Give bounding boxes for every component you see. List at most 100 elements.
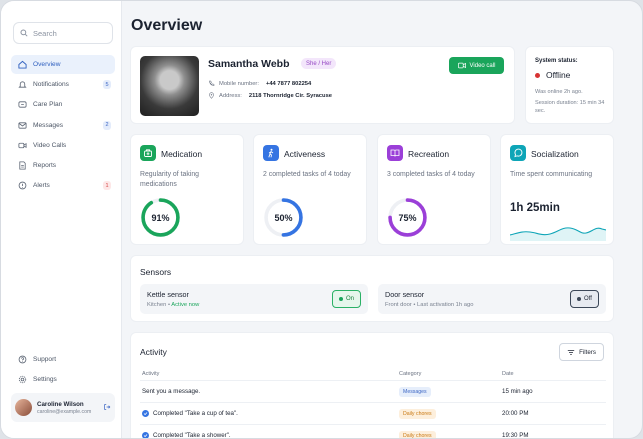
metric-card-activeness[interactable]: Activeness 2 completed tasks of 4 today … [253,134,367,245]
user-info: Caroline Wilson caroline@example.com [37,401,91,415]
category-tag: Daily chores [399,408,436,419]
page-title: Overview [131,17,203,34]
activity-cell: Completed "Take a cup of tea". [142,403,238,424]
sidebar: Search Overview Notifications 5 Care Pla… [1,1,122,438]
patient-photo [140,56,199,116]
sidebar-item-label: Notifications [33,81,69,89]
search-input[interactable]: Search [13,22,113,44]
metric-value: 91% [151,212,170,223]
alerts-count-badge: 1 [103,181,111,191]
metric-description: 3 completed tasks of 4 today [387,171,475,178]
date-cell: 20:00 PM [502,410,529,417]
care-plan-icon [18,100,27,109]
video-icon [457,62,466,69]
mobile-label: Mobile number: [219,80,259,87]
sensors-title: Sensors [140,267,172,277]
sidebar-bottom-nav: Support Settings [11,350,115,390]
column-header-activity: Activity [142,370,160,377]
sidebar-item-messages[interactable]: Messages 2 [11,116,115,135]
date-cell: 15 min ago [502,388,533,395]
logout-icon[interactable] [103,398,111,416]
sidebar-item-notifications[interactable]: Notifications 5 [11,75,115,94]
toggle-label: Off [584,296,592,302]
status-dot [535,72,540,78]
user-email: caroline@example.com [37,408,92,415]
system-status-value: Offline [535,70,570,80]
metric-value: 75% [398,212,417,223]
activity-table-header: Activity Category Date [140,369,606,378]
sidebar-item-alerts[interactable]: Alerts 1 [11,176,115,195]
sensor-location: Kitchen [147,302,167,308]
phone-icon [209,80,215,87]
sidebar-item-video-calls[interactable]: Video Calls [11,136,115,155]
category-cell: Daily chores [399,425,436,438]
app-window: Search Overview Notifications 5 Care Pla… [0,0,643,439]
sensor-location: Front door [385,302,412,308]
status-text: Offline [546,70,571,80]
system-status-card: System status: Offline Was online 2h ago… [525,46,614,124]
metric-description: Regularity of taking medications [140,171,199,188]
sensor-subtitle: Kitchen • Active now [147,302,200,308]
metric-card-recreation[interactable]: Recreation 3 completed tasks of 4 today … [377,134,491,245]
video-call-button[interactable]: Video call [449,57,504,74]
metric-card-medication[interactable]: Medication Regularity of taking medicati… [130,134,244,245]
sensor-detail: Active now [171,302,200,308]
activity-text: Completed "Take a cup of tea". [153,410,238,417]
mail-icon [18,121,27,130]
door-sensor-toggle[interactable]: Off [570,290,599,308]
table-row[interactable]: Completed "Take a cup of tea". Daily cho… [140,402,606,424]
location-pin-icon [209,92,214,99]
sidebar-item-support[interactable]: Support [11,350,115,369]
activity-title: Activity [140,347,167,357]
sidebar-item-reports[interactable]: Reports [11,156,115,175]
metric-title: Socialization [531,149,579,159]
filters-button[interactable]: Filters [559,343,604,361]
sidebar-nav: Overview Notifications 5 Care Plan Messa… [11,55,115,196]
sidebar-item-label: Reports [33,161,57,169]
category-cell: Daily chores [399,403,436,424]
table-row[interactable]: Sent you a message. Messages 15 min ago [140,380,606,402]
video-icon [18,141,27,150]
table-row[interactable]: Completed "Take a shower". Daily chores … [140,424,606,438]
patient-name: Samantha Webb [208,58,290,70]
sensor-name: Door sensor [385,290,425,299]
patient-profile-card: Samantha Webb She / Her Mobile number: +… [130,46,515,124]
metric-title: Recreation [408,149,450,159]
metric-card-socialization[interactable]: Socialization Time spent communicating 1… [500,134,614,245]
metric-value: 50% [274,212,293,223]
address-row: Address: 2118 Thornridge Cir. Syracuse [208,92,332,99]
home-icon [18,60,27,69]
notifications-count-badge: 5 [103,80,111,90]
metric-description: Time spent communicating [510,171,593,178]
alert-icon [18,181,27,190]
mobile-number: +44 7877 802254 [265,80,312,87]
sidebar-item-settings[interactable]: Settings [11,370,115,389]
sidebar-item-label: Support [33,356,57,363]
video-call-label: Video call [469,62,496,69]
book-icon [387,145,403,161]
check-icon [142,410,149,417]
help-icon [18,355,27,364]
activity-sparkline [510,227,606,241]
session-duration-text: Session duration: 15 min 34 sec. [535,100,605,114]
category-tag: Daily chores [399,430,436,438]
sidebar-item-label: Overview [33,61,61,68]
address-label: Address: [219,92,242,99]
search-placeholder: Search [33,28,57,38]
sidebar-item-care-plan[interactable]: Care Plan [11,95,115,114]
current-user-card[interactable]: Caroline Wilson caroline@example.com [11,393,115,422]
gear-icon [18,375,27,384]
column-header-date: Date [502,370,514,377]
column-header-category: Category [399,370,422,377]
document-icon [18,161,27,170]
avatar [15,399,32,416]
sensor-name: Kettle sensor [147,290,189,299]
sidebar-item-label: Settings [33,376,57,384]
check-icon [142,432,149,438]
sidebar-item-overview[interactable]: Overview [11,55,115,74]
toggle-indicator [338,297,343,301]
filters-label: Filters [579,348,596,356]
category-cell: Messages [399,381,431,402]
kettle-sensor-toggle[interactable]: On [332,290,361,308]
toggle-indicator [577,297,582,301]
